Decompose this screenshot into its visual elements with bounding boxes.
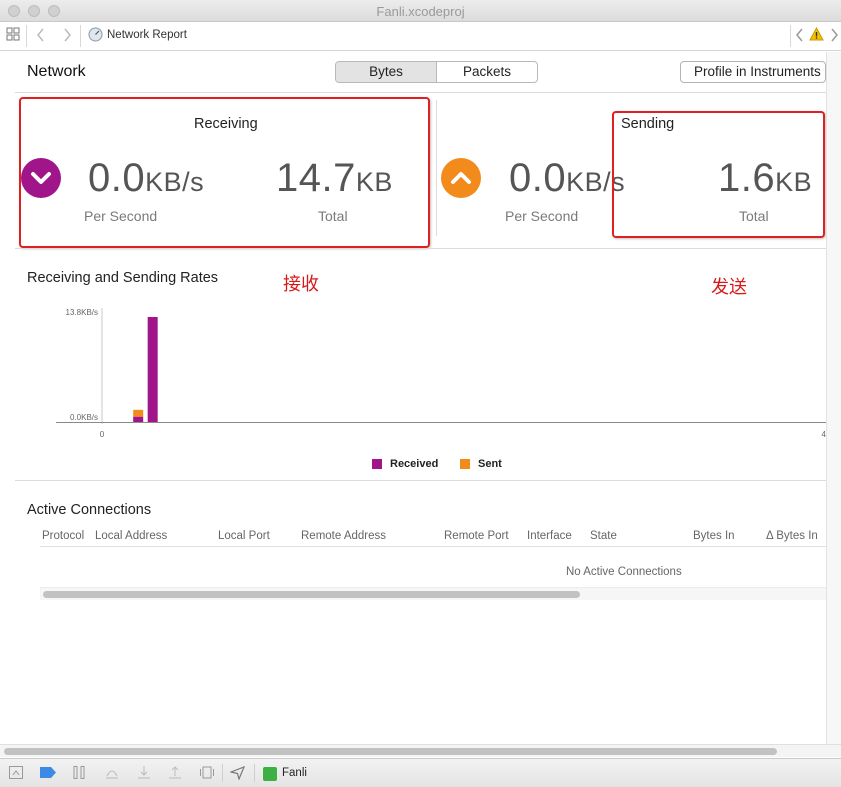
sending-rate-label: Per Second bbox=[505, 208, 579, 224]
window-title: Fanli.xcodeproj bbox=[376, 4, 465, 19]
column-header-remote-port[interactable]: Remote Port bbox=[444, 530, 509, 542]
back-chevron-icon[interactable] bbox=[36, 27, 46, 46]
breadcrumb-network-report[interactable]: Network Report bbox=[107, 29, 187, 41]
divider bbox=[15, 480, 826, 481]
legend-received: Received bbox=[372, 458, 438, 470]
column-header-local-address[interactable]: Local Address bbox=[95, 530, 167, 542]
legend-received-label: Received bbox=[390, 458, 439, 470]
related-items-grid-icon[interactable] bbox=[6, 27, 20, 44]
profile-in-instruments-button[interactable]: Profile in Instruments bbox=[680, 61, 826, 83]
breakpoints-icon[interactable] bbox=[40, 766, 56, 781]
rates-chart: 13.8KB/s0.0KB/s0 4 bbox=[56, 308, 826, 439]
previous-issue-chevron-icon[interactable] bbox=[795, 27, 805, 46]
editor-edge bbox=[826, 52, 841, 744]
divider bbox=[15, 248, 826, 249]
y-tick-label: 13.8KB/s bbox=[66, 308, 98, 317]
step-out-icon[interactable] bbox=[168, 766, 182, 782]
table-header-divider bbox=[40, 546, 826, 547]
legend-received-swatch bbox=[372, 459, 382, 469]
send-up-arrow-icon bbox=[441, 158, 481, 198]
debug-bar: Fanli bbox=[0, 758, 841, 787]
sent-bar bbox=[133, 409, 144, 417]
hide-debug-area-icon[interactable] bbox=[9, 766, 23, 782]
active-connections-title: Active Connections bbox=[27, 502, 152, 518]
column-header-state[interactable]: State bbox=[590, 530, 617, 542]
receiving-highlight-box bbox=[19, 97, 430, 248]
column-header-interface[interactable]: Interface bbox=[527, 530, 572, 542]
column-header-local-port[interactable]: Local Port bbox=[218, 530, 270, 542]
pause-icon[interactable] bbox=[73, 766, 85, 782]
received-bar bbox=[147, 317, 158, 422]
received-bar bbox=[133, 416, 144, 422]
sending-rate-value: 0.0 bbox=[509, 156, 567, 200]
warning-icon[interactable] bbox=[809, 26, 824, 44]
network-report-panel: Network Bytes Packets Profile in Instrum… bbox=[0, 52, 826, 744]
column-header-delta-bytes-in[interactable]: Δ Bytes In bbox=[766, 530, 818, 542]
chart-title: Receiving and Sending Rates bbox=[27, 270, 219, 286]
window-titlebar: Fanli.xcodeproj bbox=[0, 0, 841, 22]
forward-chevron-icon[interactable] bbox=[62, 27, 72, 46]
bytes-packets-segmented-control[interactable]: Bytes Packets bbox=[335, 61, 538, 83]
divider bbox=[15, 92, 826, 93]
table-scroll-thumb[interactable] bbox=[43, 591, 580, 598]
y-tick-label: 0.0KB/s bbox=[70, 413, 98, 422]
sending-rate: 0.0KB/s bbox=[509, 156, 625, 201]
step-into-icon[interactable] bbox=[137, 766, 151, 782]
x-tick-label: 0 bbox=[100, 430, 105, 439]
page-title: Network bbox=[27, 63, 86, 80]
column-header-protocol[interactable]: Protocol bbox=[42, 530, 84, 542]
legend-sent-label: Sent bbox=[478, 458, 502, 470]
editor-scroll-thumb[interactable] bbox=[4, 748, 777, 755]
target-name[interactable]: Fanli bbox=[282, 767, 307, 779]
editor-horizontal-scrollbar[interactable] bbox=[0, 744, 841, 757]
receive-annotation: 接收 bbox=[283, 274, 319, 295]
legend-sent-swatch bbox=[460, 459, 470, 469]
table-horizontal-scrollbar[interactable] bbox=[40, 588, 826, 600]
next-issue-chevron-icon[interactable] bbox=[829, 27, 839, 46]
view-hierarchy-icon[interactable] bbox=[200, 766, 214, 782]
tab-bytes[interactable]: Bytes bbox=[336, 62, 437, 82]
column-header-remote-address[interactable]: Remote Address bbox=[301, 530, 386, 542]
send-annotation: 发送 bbox=[711, 277, 747, 298]
legend-sent: Sent bbox=[460, 458, 502, 470]
app-target-icon bbox=[263, 767, 277, 781]
empty-table-message: No Active Connections bbox=[566, 566, 682, 578]
tab-packets[interactable]: Packets bbox=[437, 62, 537, 82]
divider bbox=[436, 100, 437, 236]
network-gauge-icon bbox=[88, 27, 103, 45]
column-header-bytes-in[interactable]: Bytes In bbox=[693, 530, 735, 542]
jump-bar: Network Report bbox=[0, 22, 841, 51]
sending-highlight-box bbox=[612, 111, 825, 238]
step-over-icon[interactable] bbox=[105, 766, 119, 782]
simulate-location-icon[interactable] bbox=[228, 765, 246, 783]
